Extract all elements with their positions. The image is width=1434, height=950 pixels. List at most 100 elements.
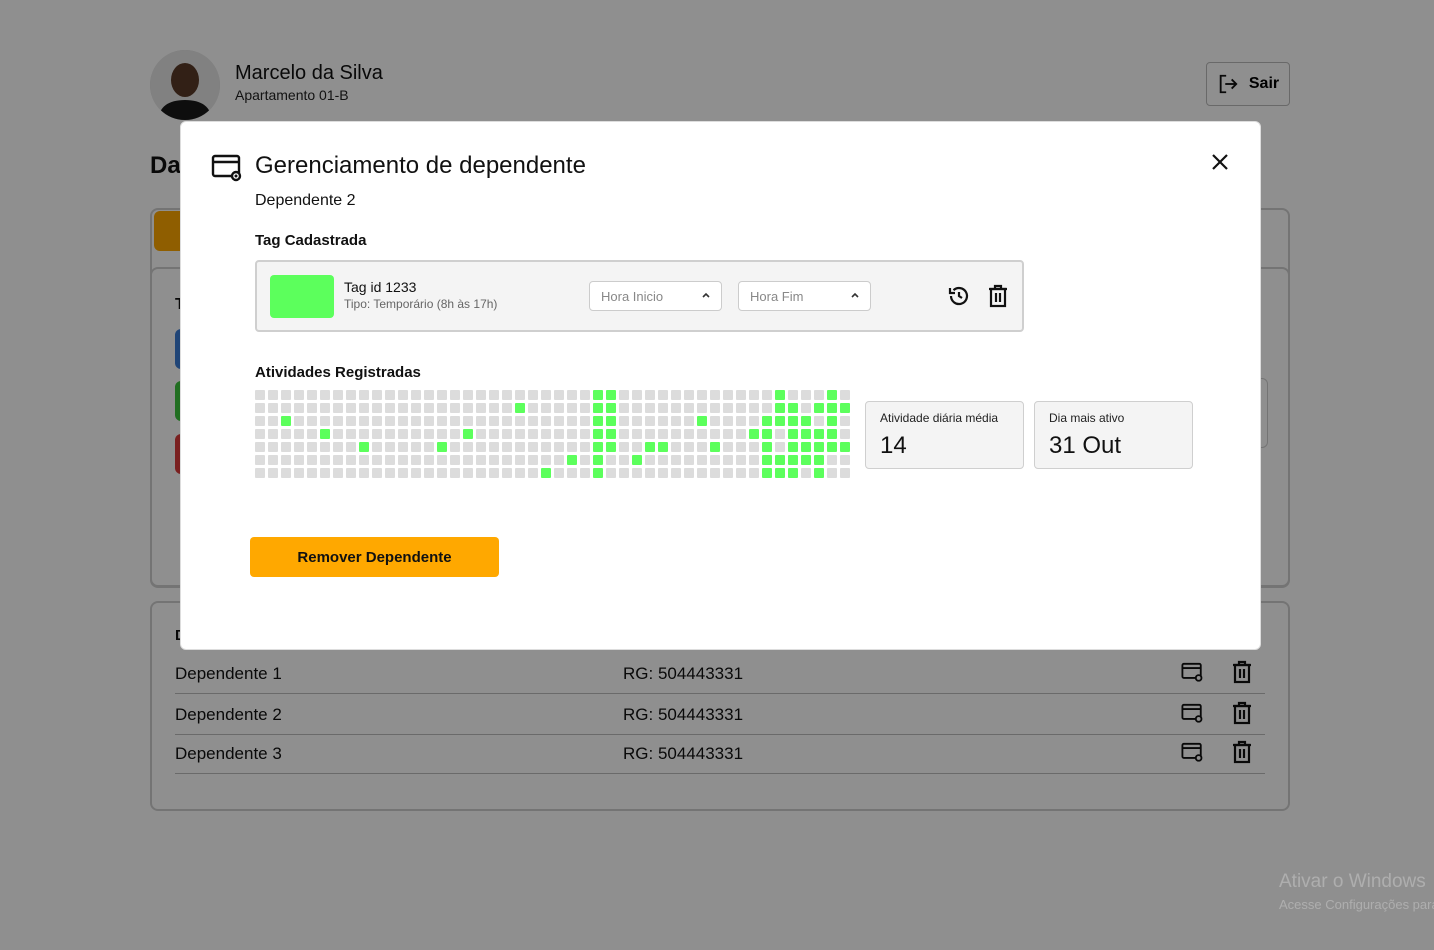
trash-icon[interactable] <box>987 284 1009 308</box>
activity-cell <box>710 416 720 426</box>
activity-cell <box>567 390 577 400</box>
activity-cell <box>489 390 499 400</box>
activity-cell <box>632 416 642 426</box>
activity-cell <box>437 390 447 400</box>
stat-value: 14 <box>880 432 907 459</box>
activity-cell <box>359 416 369 426</box>
activity-cell <box>372 416 382 426</box>
activity-cell <box>489 442 499 452</box>
activity-cell-active <box>775 455 785 465</box>
activity-cell <box>333 455 343 465</box>
activity-cell <box>723 416 733 426</box>
activity-cell <box>840 429 850 439</box>
activity-cell-active <box>814 442 824 452</box>
start-time-select[interactable]: Hora Inicio <box>589 281 722 311</box>
activity-cell-active <box>606 416 616 426</box>
activity-cell-active <box>827 429 837 439</box>
activity-cell <box>268 403 278 413</box>
history-icon[interactable] <box>947 284 971 308</box>
activity-cell <box>281 390 291 400</box>
activity-cell <box>645 416 655 426</box>
activity-cell <box>528 390 538 400</box>
activity-cell <box>359 403 369 413</box>
start-time-placeholder: Hora Inicio <box>601 289 664 304</box>
activity-cell <box>346 468 356 478</box>
activity-cell <box>697 442 707 452</box>
activity-cell <box>281 429 291 439</box>
activity-cell <box>671 416 681 426</box>
activity-cell <box>450 455 460 465</box>
activity-cell-active <box>762 468 772 478</box>
activity-cell <box>749 468 759 478</box>
activity-cell-active <box>593 390 603 400</box>
activity-cell-active <box>801 455 811 465</box>
activity-cell-active <box>749 429 759 439</box>
activity-cell <box>801 390 811 400</box>
activity-cell <box>372 442 382 452</box>
activity-cell <box>489 455 499 465</box>
activity-cell <box>424 429 434 439</box>
activity-cell-active <box>788 403 798 413</box>
activity-cell <box>684 390 694 400</box>
activity-cell <box>333 403 343 413</box>
activity-cell <box>346 390 356 400</box>
dependent-management-modal: Gerenciamento de dependente Dependente 2… <box>180 121 1261 650</box>
activity-cell <box>515 429 525 439</box>
activity-cell <box>567 442 577 452</box>
activity-cell-active <box>827 403 837 413</box>
activity-cell-active <box>801 442 811 452</box>
activity-cell <box>515 416 525 426</box>
activity-cell <box>359 429 369 439</box>
activity-cell <box>294 390 304 400</box>
activity-cell-active <box>814 403 824 413</box>
end-time-select[interactable]: Hora Fim <box>738 281 871 311</box>
activity-cell <box>567 416 577 426</box>
activity-cell <box>281 468 291 478</box>
activity-cell <box>255 442 265 452</box>
activity-cell-active <box>762 455 772 465</box>
activity-cell <box>671 455 681 465</box>
activity-cell <box>502 468 512 478</box>
activity-cell <box>307 429 317 439</box>
activity-cell <box>840 468 850 478</box>
activity-cell-active <box>827 416 837 426</box>
activity-cell <box>385 403 395 413</box>
activity-cell <box>684 403 694 413</box>
activity-cell <box>619 455 629 465</box>
activity-cell <box>619 390 629 400</box>
activity-cell-active <box>775 390 785 400</box>
activity-cell <box>476 403 486 413</box>
activity-cell-active <box>320 429 330 439</box>
activity-cell <box>749 403 759 413</box>
activity-cell-active <box>788 416 798 426</box>
activity-cell <box>385 416 395 426</box>
activity-cell <box>632 403 642 413</box>
activity-cell <box>723 442 733 452</box>
remove-dependent-button[interactable]: Remover Dependente <box>250 537 499 577</box>
activity-cell <box>359 455 369 465</box>
activity-cell <box>736 390 746 400</box>
activity-cell-active <box>437 442 447 452</box>
activity-cell <box>476 429 486 439</box>
activity-cell <box>502 455 512 465</box>
activity-cell <box>489 429 499 439</box>
activity-cell <box>476 468 486 478</box>
activity-cell <box>632 429 642 439</box>
activity-cell-active <box>710 442 720 452</box>
activity-cell <box>541 455 551 465</box>
activity-cell <box>658 416 668 426</box>
activity-cell <box>294 403 304 413</box>
activity-cell <box>814 390 824 400</box>
end-time-placeholder: Hora Fim <box>750 289 804 304</box>
close-icon[interactable] <box>1208 150 1232 174</box>
activity-cell <box>840 390 850 400</box>
activity-cell-active <box>775 403 785 413</box>
windows-watermark-title: Ativar o Windows <box>1279 871 1426 892</box>
activity-cell <box>346 455 356 465</box>
activity-cell <box>489 416 499 426</box>
activity-cell <box>333 416 343 426</box>
activity-cell <box>294 416 304 426</box>
activity-cell-active <box>840 403 850 413</box>
activity-cell-active <box>593 455 603 465</box>
windows-watermark-subtitle: Acesse Configurações para ativar o Windo… <box>1279 897 1434 912</box>
